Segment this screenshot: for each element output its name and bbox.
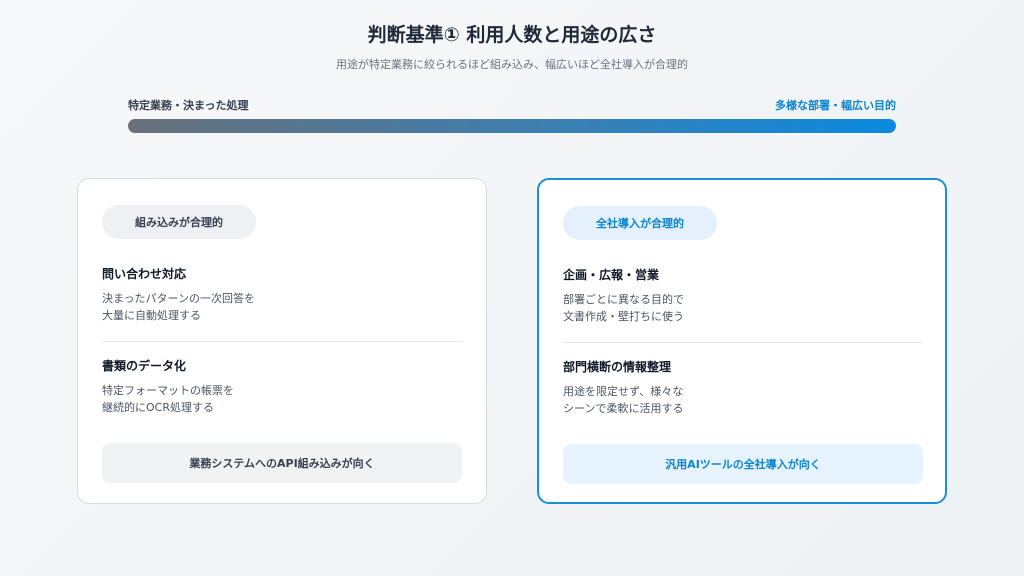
- item-description-line: シーンで柔軟に活用する: [563, 402, 684, 415]
- card-embedding-conclusion: 業務システムへのAPI組み込みが向く: [102, 443, 462, 483]
- item-description: 決まったパターンの一次回答を 大量に自動処理する: [102, 290, 462, 324]
- card-embedding-item: 書類のデータ化 特定フォーマットの帳票を 継続的にOCR処理する: [102, 357, 462, 416]
- item-description-line: 特定フォーマットの帳票を: [102, 384, 234, 397]
- scale-right-label: 多様な部署・幅広い目的: [775, 99, 896, 112]
- card-company-wide-item: 企画・広報・営業 部署ごとに異なる目的で 文書作成・壁打ちに使う: [563, 266, 923, 325]
- card-company-wide: 全社導入が合理的 企画・広報・営業 部署ごとに異なる目的で 文書作成・壁打ちに使…: [537, 178, 947, 504]
- item-description-line: 部署ごとに異なる目的で: [563, 293, 684, 306]
- card-company-wide-badge: 全社導入が合理的: [563, 206, 717, 240]
- item-description-line: 大量に自動処理する: [102, 309, 201, 322]
- item-description-line: 文書作成・壁打ちに使う: [563, 310, 684, 323]
- item-description-line: 継続的にOCR処理する: [102, 401, 214, 414]
- scale-gradient-bar: [128, 119, 896, 133]
- card-company-wide-item: 部門横断の情報整理 用途を限定せず、様々な シーンで柔軟に活用する: [563, 358, 923, 417]
- item-description-line: 用途を限定せず、様々な: [563, 385, 684, 398]
- page-subtitle: 用途が特定業務に絞られるほど組み込み、幅広いほど全社導入が合理的: [336, 58, 688, 71]
- item-title: 部門横断の情報整理: [563, 360, 672, 374]
- card-divider: [102, 341, 462, 342]
- card-embedding-item: 問い合わせ対応 決まったパターンの一次回答を 大量に自動処理する: [102, 265, 462, 324]
- page-title: 判断基準① 利用人数と用途の広さ: [367, 24, 657, 46]
- card-embedding: 組み込みが合理的 問い合わせ対応 決まったパターンの一次回答を 大量に自動処理す…: [77, 178, 487, 504]
- card-company-wide-conclusion: 汎用AIツールの全社導入が向く: [563, 444, 923, 484]
- item-description: 用途を限定せず、様々な シーンで柔軟に活用する: [563, 383, 923, 417]
- item-description-line: 決まったパターンの一次回答を: [102, 292, 256, 305]
- item-description: 特定フォーマットの帳票を 継続的にOCR処理する: [102, 382, 462, 416]
- item-description: 部署ごとに異なる目的で 文書作成・壁打ちに使う: [563, 291, 923, 325]
- item-title: 書類のデータ化: [102, 359, 187, 373]
- item-title: 企画・広報・営業: [563, 268, 660, 282]
- item-title: 問い合わせ対応: [102, 267, 187, 281]
- card-divider: [563, 342, 923, 343]
- card-embedding-badge: 組み込みが合理的: [102, 205, 256, 239]
- scale-left-label: 特定業務・決まった処理: [128, 99, 249, 112]
